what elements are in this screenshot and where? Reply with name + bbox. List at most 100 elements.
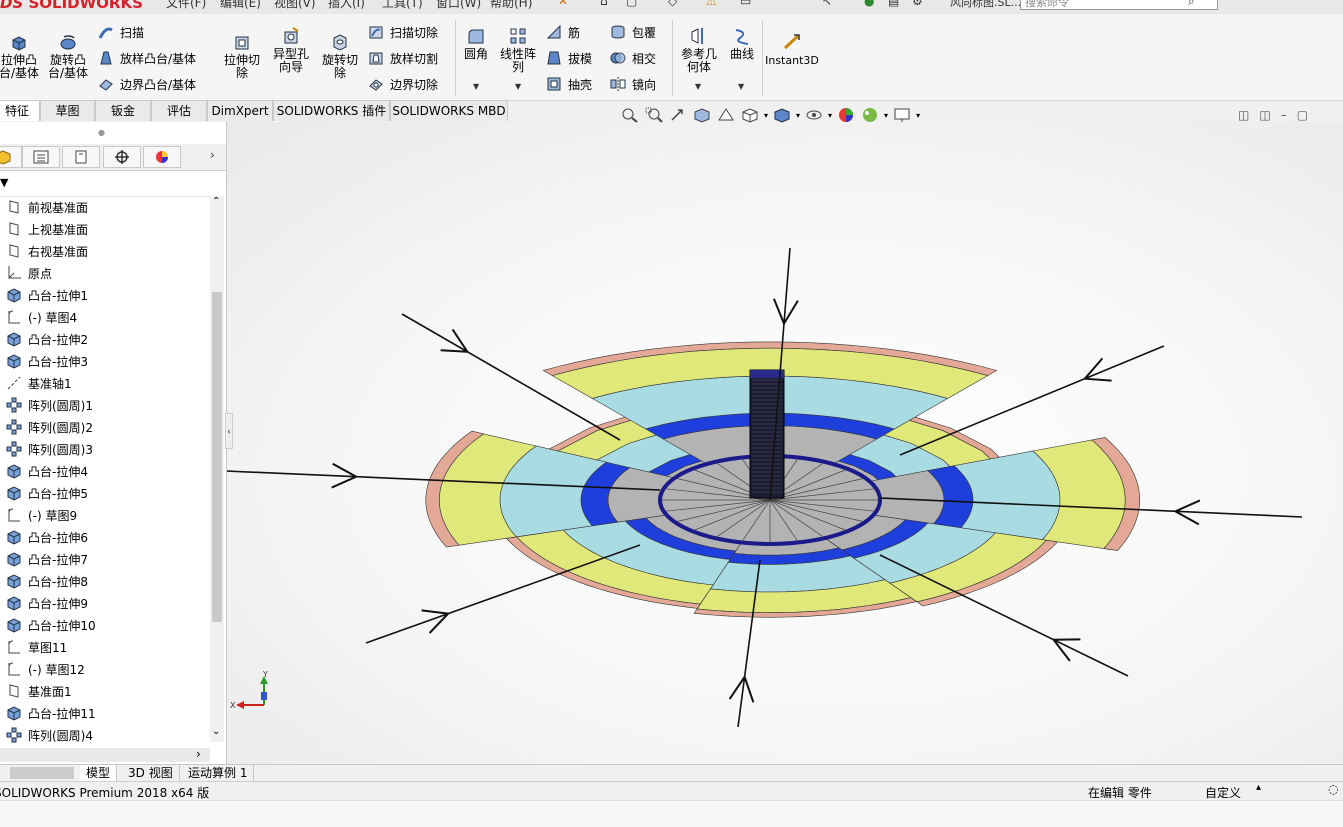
menu-edit[interactable]: 编辑(E) (220, 0, 261, 11)
tab-sketch[interactable]: 草图 (40, 100, 95, 121)
boundary-boss-button[interactable]: 边界凸台/基体 (98, 74, 196, 94)
open-icon[interactable]: ◇ (668, 0, 677, 8)
tree-item[interactable]: (-) 草图9 (0, 504, 77, 526)
menu-file[interactable]: 文件(F) (166, 0, 206, 11)
tree-item[interactable]: 凸台-拉伸8 (0, 570, 88, 592)
dynamic-annotation-icon[interactable] (716, 106, 736, 124)
tree-item[interactable]: 基准轴1 (0, 372, 72, 394)
tree-item[interactable]: 上视基准面 (0, 218, 88, 240)
tree-item[interactable]: 凸台-拉伸7 (0, 548, 88, 570)
tab-addins[interactable]: SOLIDWORKS 插件 (273, 100, 390, 121)
mirror-button[interactable]: 镜向 (610, 74, 656, 94)
tab-mbd[interactable]: SOLIDWORKS MBD (390, 100, 508, 121)
tree-item[interactable]: 基准面1 (0, 680, 72, 702)
zoom-area-icon[interactable] (644, 106, 664, 124)
tree-item[interactable]: (-) 草图4 (0, 306, 77, 328)
tab-sheet-metal[interactable]: 钣金 (95, 100, 151, 121)
fillet-dropdown-icon[interactable]: ▼ (473, 82, 479, 91)
hide-show-icon[interactable] (804, 106, 824, 124)
tree-item[interactable]: 原点 (0, 262, 52, 284)
tab-model[interactable]: 模型 (80, 765, 118, 781)
curves-dropdown-icon[interactable]: ▼ (738, 82, 744, 91)
tree-item[interactable]: 草图11 (0, 636, 67, 658)
search-icon[interactable]: ⌕ (1188, 0, 1195, 9)
pin-icon[interactable]: ✕ (558, 0, 568, 8)
model-view[interactable]: Y X (226, 122, 1343, 764)
loft-boss-button[interactable]: 放样凸台/基体 (98, 48, 196, 68)
tree-item[interactable]: 前视基准面 (0, 196, 88, 218)
sweep-button[interactable]: 扫描 (98, 22, 144, 42)
print-icon[interactable]: ▭ (740, 0, 751, 8)
reference-geometry-button[interactable]: 参考几何体 (676, 26, 722, 74)
revolve-boss-button[interactable]: 旋转凸台/基体 (44, 32, 92, 80)
tree-item[interactable]: (-) 草图12 (0, 658, 85, 680)
tab-scroll-buttons[interactable] (10, 767, 74, 779)
draft-button[interactable]: 拔模 (546, 48, 592, 68)
propertymanager-tab[interactable] (22, 146, 60, 168)
view-orientation-icon[interactable] (740, 106, 760, 124)
menu-window[interactable]: 窗口(W) (436, 0, 481, 11)
display-style-dropdown-icon[interactable]: ▾ (796, 111, 800, 120)
viewport-maximize-icon[interactable]: ▢ (1297, 108, 1308, 122)
curves-button[interactable]: 曲线 (726, 26, 758, 61)
section-view-icon[interactable] (692, 106, 712, 124)
tree-scrollbar-thumb[interactable] (212, 292, 222, 622)
units-selector[interactable]: 自定义 (1205, 784, 1241, 801)
hole-wizard-button[interactable]: 异型孔向导 (268, 26, 314, 74)
displaymanager-tab[interactable] (143, 146, 181, 168)
filter-icon[interactable]: ▼ (0, 176, 8, 189)
wrap-button[interactable]: 包覆 (610, 22, 656, 42)
loft-cut-button[interactable]: 放样切割 (368, 48, 438, 68)
panel-collapse-handle[interactable]: ‹ (225, 413, 233, 449)
menu-help[interactable]: 帮助(H) (490, 0, 532, 11)
graphics-area[interactable]: Y X (226, 122, 1343, 764)
shell-button[interactable]: 抽壳 (546, 74, 592, 94)
tree-item[interactable]: 凸台-拉伸3 (0, 350, 88, 372)
tree-horizontal-scrollbar[interactable] (0, 748, 210, 762)
extrude-boss-button[interactable]: 拉伸凸台/基体 (0, 32, 40, 80)
new-icon[interactable]: ▢ (626, 0, 637, 8)
view-orientation-dropdown-icon[interactable]: ▾ (764, 111, 768, 120)
tree-item[interactable]: 右视基准面 (0, 240, 88, 262)
featuremanager-tab[interactable] (0, 146, 22, 168)
view-settings-icon[interactable] (892, 106, 912, 124)
wind-vane-model[interactable] (226, 247, 1303, 728)
sweep-cut-button[interactable]: 扫描切除 (368, 22, 438, 42)
instant3d-button[interactable]: Instant3D (764, 32, 820, 67)
tree-filter[interactable]: ▼ (0, 172, 222, 197)
ref-geometry-dropdown-icon[interactable]: ▼ (695, 82, 701, 91)
tab-motion-study[interactable]: 运动算例 1 (182, 765, 255, 781)
home-icon[interactable]: ⌂ (600, 0, 608, 8)
menu-view[interactable]: 视图(V) (274, 0, 316, 11)
menu-tools[interactable]: 工具(T) (382, 0, 423, 11)
appearance-icon[interactable] (836, 106, 856, 124)
hide-show-dropdown-icon[interactable]: ▾ (828, 111, 832, 120)
tab-dimxpert[interactable]: DimXpert (207, 100, 273, 121)
display-style-icon[interactable] (772, 106, 792, 124)
menu-insert[interactable]: 插入(I) (328, 0, 365, 11)
rib-button[interactable]: 筋 (546, 22, 580, 42)
zoom-to-fit-icon[interactable] (620, 106, 640, 124)
tree-item[interactable]: 凸台-拉伸6 (0, 526, 88, 548)
tree-item[interactable]: 阵列(圆周)1 (0, 394, 93, 416)
scroll-up-icon[interactable]: ⌃ (212, 196, 220, 207)
tree-item[interactable]: 凸台-拉伸9 (0, 592, 88, 614)
tree-item[interactable]: 凸台-拉伸2 (0, 328, 88, 350)
scene-icon[interactable] (860, 106, 880, 124)
revolve-cut-button[interactable]: 旋转切除 (318, 32, 362, 80)
file-props-icon[interactable]: ▤ (888, 0, 899, 8)
tree-item[interactable]: 凸台-拉伸10 (0, 614, 96, 636)
tree-item[interactable]: 凸台-拉伸4 (0, 460, 88, 482)
boundary-cut-button[interactable]: 边界切除 (368, 74, 438, 94)
configurationmanager-tab[interactable] (62, 146, 100, 168)
tab-evaluate[interactable]: 评估 (151, 100, 207, 121)
panel-grip-icon[interactable]: ● (98, 128, 105, 137)
view-settings-dropdown-icon[interactable]: ▾ (916, 111, 920, 120)
tree-item[interactable]: 凸台-拉伸11 (0, 702, 96, 724)
scroll-down-icon[interactable]: ⌄ (212, 726, 220, 737)
dimxpertmanager-tab[interactable] (103, 146, 141, 168)
warning-icon[interactable]: ⚠ (706, 0, 717, 8)
extrude-cut-button[interactable]: 拉伸切除 (220, 32, 264, 80)
linear-pattern-button[interactable]: 线性阵列 (496, 26, 540, 74)
panel-tabs-next-icon[interactable]: › (210, 148, 215, 162)
